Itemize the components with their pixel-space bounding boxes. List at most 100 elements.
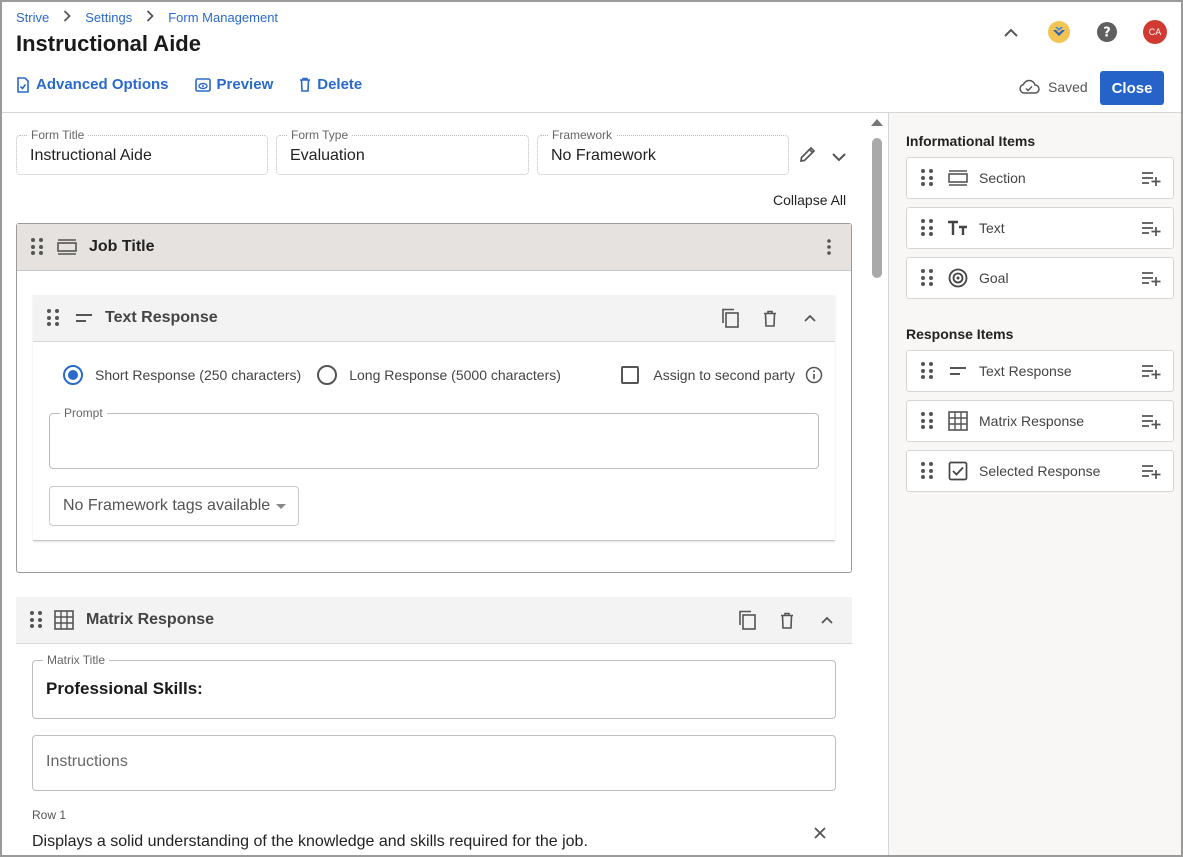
form-type-value: Evaluation [290, 147, 365, 164]
long-response-radio[interactable] [317, 365, 338, 385]
trash-icon[interactable] [759, 307, 781, 329]
section-header[interactable]: Job Title [17, 224, 851, 271]
delete-button[interactable]: Delete [299, 76, 362, 93]
long-response-label[interactable]: Long Response (5000 characters) [349, 367, 561, 383]
pencil-icon[interactable] [799, 145, 817, 166]
drag-handle-icon[interactable] [921, 219, 935, 237]
row-1-label: Row 1 [32, 808, 67, 822]
palette-item-selected-response[interactable]: Selected Response [906, 450, 1174, 492]
playlist-add-icon[interactable] [1141, 168, 1161, 188]
palette-item-matrix-response[interactable]: Matrix Response [906, 400, 1174, 442]
copy-icon[interactable] [736, 609, 758, 631]
drag-handle-icon[interactable] [47, 309, 61, 327]
close-button[interactable]: Close [1100, 71, 1164, 105]
caret-down-icon [276, 503, 287, 509]
response-length-options: Short Response (250 characters) Long Res… [63, 365, 823, 385]
svg-text:?: ? [1103, 26, 1111, 41]
help-icon[interactable]: ? [1095, 20, 1119, 44]
short-response-label[interactable]: Short Response (250 characters) [95, 367, 301, 383]
palette-item-label: Matrix Response [979, 413, 1085, 429]
response-items-heading: Response Items [906, 326, 1014, 342]
assign-second-party-checkbox[interactable] [621, 366, 640, 384]
section-icon [947, 167, 969, 189]
palette-item-label: Text Response [979, 363, 1072, 379]
avatar[interactable]: CA [1143, 20, 1167, 44]
palette-item-label: Section [979, 170, 1026, 186]
chevron-up-icon[interactable] [799, 307, 821, 329]
matrix-title-field[interactable]: Matrix Title Professional Skills: [32, 653, 836, 719]
chevron-right-icon [63, 10, 72, 25]
short-text-icon [947, 360, 969, 382]
section-icon [57, 239, 77, 255]
matrix-title-value: Professional Skills: [46, 679, 203, 698]
row-1-value[interactable]: Displays a solid understanding of the kn… [32, 833, 588, 851]
palette-item-text-response[interactable]: Text Response [906, 350, 1174, 392]
form-editor: Form Title Instructional Aide Form Type … [2, 113, 872, 855]
framework-tags-select[interactable]: No Framework tags available [49, 486, 299, 526]
playlist-add-icon[interactable] [1141, 218, 1161, 238]
palette-item-section[interactable]: Section [906, 157, 1174, 199]
section-title: Job Title [89, 238, 155, 255]
matrix-response-title: Matrix Response [86, 611, 215, 628]
framework-field[interactable]: Framework No Framework [537, 128, 789, 175]
text-response-title: Text Response [105, 309, 218, 326]
drag-handle-icon[interactable] [30, 611, 44, 629]
collapse-all-button[interactable]: Collapse All [773, 192, 846, 208]
chevron-right-icon [146, 10, 154, 25]
matrix-response-actions [718, 609, 838, 631]
advanced-options-button[interactable]: Advanced Options [16, 76, 169, 93]
framework-value: No Framework [551, 147, 656, 164]
form-title-value: Instructional Aide [30, 147, 152, 164]
info-icon[interactable] [805, 366, 823, 384]
scroll-up-arrow-icon[interactable] [871, 119, 883, 126]
assign-second-party-label[interactable]: Assign to second party [653, 367, 795, 383]
trash-icon [300, 77, 311, 92]
more-vert-icon[interactable] [827, 239, 831, 258]
drag-handle-icon[interactable] [921, 169, 935, 187]
chevron-up-icon[interactable] [999, 20, 1023, 44]
playlist-add-icon[interactable] [1141, 361, 1161, 381]
drag-handle-icon[interactable] [921, 269, 935, 287]
matrix-response-header[interactable]: Matrix Response [16, 597, 852, 644]
playlist-add-icon[interactable] [1141, 268, 1161, 288]
prompt-field[interactable]: Prompt [49, 406, 819, 469]
preview-button[interactable]: Preview [194, 76, 273, 93]
scrollbar-thumb[interactable] [872, 138, 882, 278]
form-type-field[interactable]: Form Type Evaluation [276, 128, 529, 175]
breadcrumb-settings[interactable]: Settings [85, 10, 132, 25]
chevron-down-icon[interactable] [832, 149, 846, 165]
target-icon [947, 267, 969, 289]
cloud-check-icon [1019, 79, 1040, 94]
matrix-title-label: Matrix Title [43, 653, 110, 667]
text-response-actions [701, 307, 821, 329]
text-response-header[interactable]: Text Response [33, 295, 835, 342]
checkbox-checked-icon [947, 460, 969, 482]
grid-icon [54, 610, 74, 630]
chevron-up-icon[interactable] [816, 609, 838, 631]
drag-handle-icon[interactable] [921, 412, 935, 430]
grid-icon [947, 410, 969, 432]
app-logo-icon[interactable] [1047, 20, 1071, 44]
short-text-icon [75, 313, 93, 323]
instructions-field[interactable]: Instructions [32, 735, 836, 791]
section-card: Job Title Text Response Short Response (… [16, 223, 852, 573]
framework-label: Framework [548, 128, 617, 142]
palette-item-goal[interactable]: Goal [906, 257, 1174, 299]
copy-icon[interactable] [719, 307, 741, 329]
breadcrumb-form-management[interactable]: Form Management [168, 10, 278, 25]
palette-item-label: Text [979, 220, 1005, 236]
breadcrumb-strive[interactable]: Strive [16, 10, 49, 25]
short-response-radio[interactable] [63, 365, 83, 385]
palette-item-text[interactable]: Text [906, 207, 1174, 249]
drag-handle-icon[interactable] [31, 238, 45, 256]
drag-handle-icon[interactable] [921, 362, 935, 380]
playlist-add-icon[interactable] [1141, 411, 1161, 431]
page-title: Instructional Aide [16, 31, 201, 56]
trash-icon[interactable] [776, 609, 798, 631]
playlist-add-icon[interactable] [1141, 461, 1161, 481]
drag-handle-icon[interactable] [921, 462, 935, 480]
close-icon[interactable] [814, 826, 826, 842]
form-type-label: Form Type [287, 128, 353, 142]
user-avatar-wrap[interactable]: CA [1143, 20, 1167, 44]
form-title-field[interactable]: Form Title Instructional Aide [16, 128, 268, 175]
